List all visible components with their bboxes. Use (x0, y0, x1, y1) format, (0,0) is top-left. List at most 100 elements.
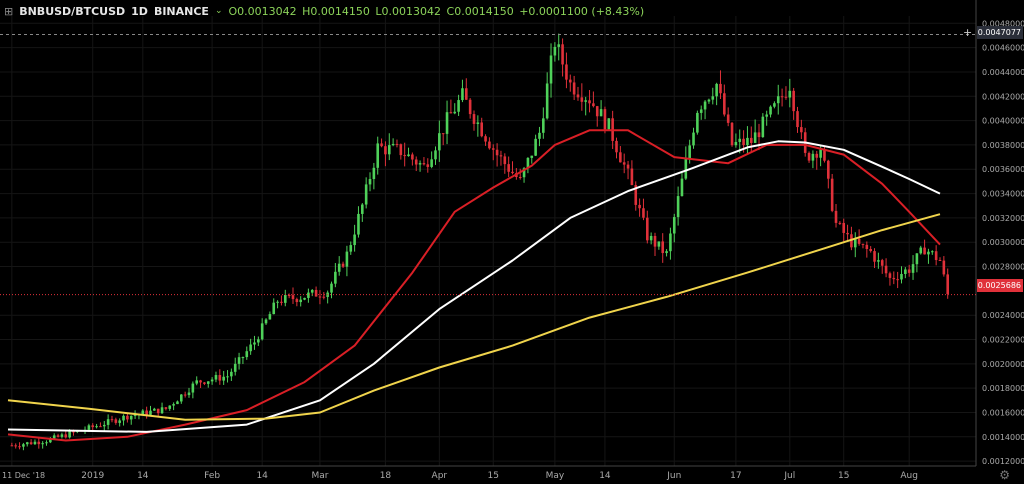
candle (800, 119, 803, 140)
candle-body (584, 100, 587, 102)
candle-body (869, 249, 872, 252)
candle (719, 70, 722, 100)
candle (503, 153, 507, 174)
candle-body (199, 380, 202, 383)
candle-body (688, 145, 691, 159)
candle-body (180, 394, 183, 402)
candle (222, 370, 225, 385)
candle (942, 256, 946, 277)
candle (807, 151, 811, 163)
crosshair-price-label: 0.0047077 (977, 28, 1021, 37)
candle (314, 286, 318, 297)
candle-body (653, 235, 657, 247)
x-tick-label: 14 (256, 471, 268, 481)
candle (934, 245, 938, 266)
candle (95, 423, 98, 429)
candle-body (495, 149, 499, 156)
candle-body (164, 407, 168, 409)
candle (518, 168, 522, 180)
candle (842, 218, 846, 242)
candle (491, 144, 495, 161)
candle-body (884, 265, 888, 274)
y-tick-label: 0.0030000 (982, 238, 1024, 247)
candle (253, 335, 256, 350)
candle-body (153, 408, 156, 411)
candle-body (237, 357, 241, 364)
symbol-label[interactable]: BNBUSD/BTCUSD (19, 5, 125, 18)
candle (411, 152, 414, 166)
grid-icon[interactable]: ⊞ (4, 5, 13, 18)
candle-body (391, 143, 395, 146)
candle (696, 110, 699, 135)
candle (287, 293, 291, 299)
plus-icon[interactable]: + (963, 26, 972, 39)
candle-body (749, 137, 753, 143)
candle-body (488, 141, 491, 149)
candle (769, 105, 772, 118)
candle-body (572, 82, 576, 95)
candle-body (37, 441, 41, 445)
candle (168, 405, 172, 411)
candle-body (206, 381, 210, 384)
candle-body (29, 442, 33, 445)
candle (853, 232, 857, 258)
candle (784, 86, 788, 100)
candle (210, 377, 214, 385)
candle (545, 72, 549, 120)
candle (661, 233, 665, 263)
candle-body (218, 375, 222, 381)
chevron-down-icon[interactable]: ⌄ (215, 6, 223, 16)
candle (99, 422, 102, 428)
x-tick-label: 17 (730, 471, 741, 481)
candle-body (607, 118, 611, 130)
candle (149, 405, 152, 417)
candle-body (191, 383, 195, 393)
candle-body (268, 314, 272, 320)
y-tick-label: 0.0044000 (982, 68, 1024, 77)
candle-body (141, 410, 145, 415)
candle (592, 91, 595, 108)
price-chart[interactable]: 0.00480000.00460000.00440000.00420000.00… (0, 0, 1024, 484)
candle (399, 143, 403, 160)
candle-body (257, 339, 260, 343)
candle (353, 224, 356, 252)
candle-body (476, 122, 480, 124)
candle (472, 110, 476, 131)
grid-lines (0, 16, 976, 466)
candle-body (726, 114, 730, 123)
candle (291, 287, 295, 304)
candle-body (649, 235, 653, 241)
candle-body (434, 150, 437, 160)
candle (272, 298, 276, 315)
candle-body (430, 159, 433, 167)
candle (599, 100, 603, 117)
candle-body (303, 297, 306, 300)
candle (318, 290, 322, 305)
candle-body (353, 234, 356, 246)
candle-body (438, 133, 441, 151)
candle-body (784, 96, 788, 98)
candle-body (615, 140, 618, 153)
settings-gear-icon[interactable]: ⚙ (999, 468, 1010, 482)
candle (60, 432, 64, 439)
candle-body (834, 210, 838, 223)
candle-body (507, 164, 510, 172)
candle (904, 267, 907, 279)
candle (129, 415, 133, 425)
candle (615, 137, 618, 159)
candle-body (892, 277, 896, 280)
interval-label[interactable]: 1D (131, 5, 148, 18)
x-tick-label: 18 (380, 471, 392, 481)
candle-body (830, 178, 834, 211)
y-tick-label: 0.0020000 (982, 360, 1024, 369)
x-tick-label: Aug (900, 471, 918, 481)
candle-body (753, 132, 757, 143)
candle (260, 318, 264, 341)
candle (237, 352, 241, 370)
candle (542, 107, 545, 139)
exchange-label: BINANCE (153, 4, 209, 18)
candle (588, 90, 591, 113)
candle-body (719, 83, 722, 94)
candle-body (534, 138, 537, 156)
candle-body (118, 420, 121, 423)
